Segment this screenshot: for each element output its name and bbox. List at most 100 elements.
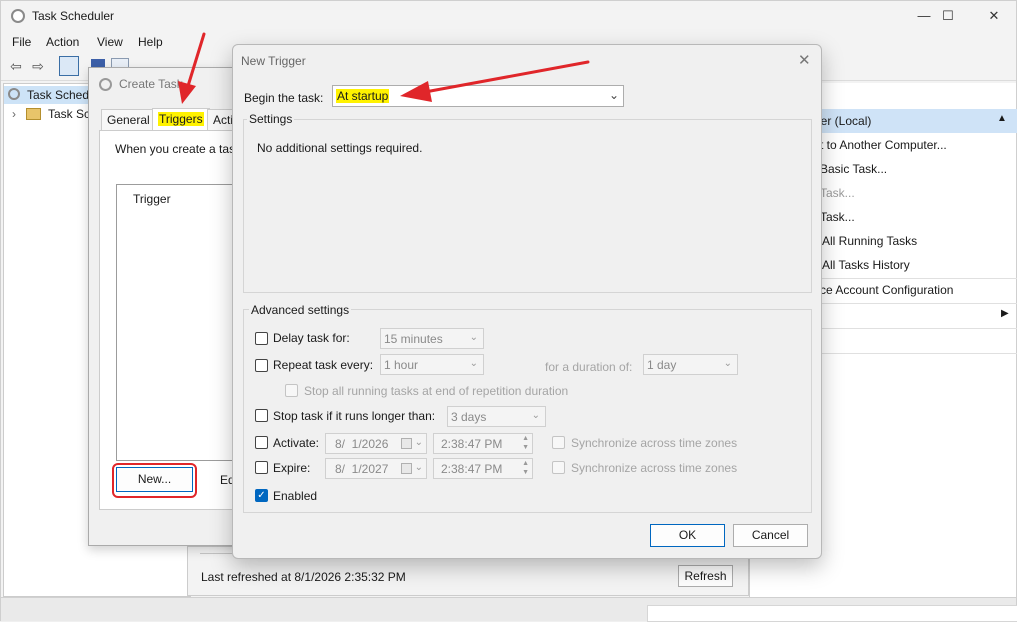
menu-action[interactable]: Action	[46, 35, 79, 49]
close-button[interactable]: ✕	[971, 5, 1017, 27]
stop-longer-select[interactable]: 3 days ⌄	[447, 406, 546, 427]
clock-icon	[11, 9, 25, 23]
tab-actions-label: Acti	[213, 113, 234, 127]
taskbar-preview	[647, 605, 1017, 622]
divider	[810, 353, 1017, 354]
tab-triggers-label: Triggers	[158, 112, 204, 126]
expire-date: 8/ 1/2027	[335, 462, 389, 476]
stop-longer-label: Stop task if it runs longer than:	[273, 409, 436, 423]
tree-root-label: Task Schedu	[27, 88, 96, 102]
refresh-button[interactable]: Refresh	[678, 565, 733, 587]
activate-sync-checkbox[interactable]	[552, 436, 565, 449]
stop-longer-checkbox[interactable]	[255, 409, 268, 422]
expire-sync-label: Synchronize across time zones	[571, 461, 738, 475]
forward-arrow-icon[interactable]: ⇨	[28, 56, 48, 76]
expire-sync-checkbox[interactable]	[552, 461, 565, 474]
create-task-dialog: Create Task General Triggers Acti When y…	[88, 67, 250, 546]
chevron-down-icon: ⌄	[414, 437, 423, 448]
new-trigger-dialog: New Trigger ✕ Begin the task: At startup…	[232, 44, 822, 559]
chevron-down-icon: ⌄	[469, 358, 478, 369]
divider	[810, 278, 1017, 279]
expire-time: 2:38:47 PM	[441, 462, 503, 476]
activate-sync-label: Synchronize across time zones	[571, 436, 738, 450]
enabled-checkbox[interactable]: ✓	[255, 489, 268, 502]
clock-icon	[99, 78, 112, 91]
close-icon[interactable]: ✕	[798, 51, 811, 69]
window-title: Task Scheduler	[32, 9, 115, 23]
delay-value: 15 minutes	[384, 332, 443, 346]
action-display-running[interactable]: All Running Tasks	[822, 234, 917, 248]
activate-date: 8/ 1/2026	[335, 437, 389, 451]
chevron-down-icon: ⌄	[414, 462, 423, 473]
action-connect[interactable]: t to Another Computer...	[820, 138, 947, 152]
actions-header-label: ler (Local)	[818, 114, 872, 128]
expire-label: Expire:	[273, 461, 311, 475]
chevron-right-icon[interactable]: ›	[12, 107, 16, 121]
calendar-icon[interactable]	[401, 438, 412, 449]
maximize-button[interactable]: ☐	[925, 5, 971, 27]
last-refreshed-text: Last refreshed at 8/1/2026 2:35:32 PM	[201, 570, 406, 584]
tab-general-label: General	[107, 113, 150, 127]
advanced-settings-label: Advanced settings	[249, 303, 352, 317]
new-trigger-title: New Trigger	[241, 54, 306, 68]
repeat-label: Repeat task every:	[273, 358, 374, 372]
delay-checkbox[interactable]	[255, 332, 268, 345]
settings-text: No additional settings required.	[257, 141, 423, 155]
begin-task-select[interactable]: At startup ⌄	[332, 85, 624, 107]
chevron-down-icon: ⌄	[531, 410, 540, 421]
chevron-down-icon: ⌄	[469, 332, 478, 343]
expire-time-picker[interactable]: 2:38:47 PM ▲ ▼	[433, 458, 533, 479]
trigger-list[interactable]: Trigger	[116, 184, 250, 461]
console-tree-icon[interactable]	[59, 56, 79, 76]
chevron-down-icon: ⌄	[723, 358, 732, 369]
trigger-column-header[interactable]: Trigger	[133, 192, 171, 206]
calendar-icon[interactable]	[401, 463, 412, 474]
triggers-info-text: When you create a task	[115, 142, 242, 156]
stop-running-label: Stop all running tasks at end of repetit…	[304, 384, 569, 398]
repeat-select[interactable]: 1 hour ⌄	[380, 354, 484, 375]
activate-checkbox[interactable]	[255, 436, 268, 449]
ok-button[interactable]: OK	[650, 524, 725, 547]
spinner-icon[interactable]: ▲ ▼	[522, 459, 529, 477]
divider	[810, 328, 1017, 329]
action-service-account[interactable]: ce Account Configuration	[820, 283, 953, 297]
submenu-arrow-icon[interactable]: ▶	[1001, 308, 1009, 319]
action-create-basic-task[interactable]: Basic Task...	[820, 162, 887, 176]
activate-date-picker[interactable]: 8/ 1/2026 ⌄	[325, 433, 427, 454]
title-bar: Task Scheduler — ☐ ✕	[1, 1, 1016, 31]
menu-help[interactable]: Help	[138, 35, 163, 49]
duration-select[interactable]: 1 day ⌄	[643, 354, 738, 375]
action-import-task[interactable]: Task...	[820, 210, 855, 224]
spinner-icon[interactable]: ▲ ▼	[522, 434, 529, 452]
collapse-up-icon[interactable]: ▲	[997, 113, 1007, 124]
tab-general[interactable]: General	[101, 109, 156, 130]
new-trigger-button[interactable]: New...	[116, 467, 193, 492]
delay-select[interactable]: 15 minutes ⌄	[380, 328, 484, 349]
activate-time: 2:38:47 PM	[441, 437, 503, 451]
stop-running-checkbox[interactable]	[285, 384, 298, 397]
tab-triggers[interactable]: Triggers	[152, 108, 210, 130]
begin-task-value: At startup	[336, 89, 390, 103]
activate-label: Activate:	[273, 436, 320, 450]
settings-label: Settings	[247, 112, 295, 126]
stop-longer-value: 3 days	[451, 410, 487, 424]
repeat-checkbox[interactable]	[255, 359, 268, 372]
menu-file[interactable]: File	[12, 35, 31, 49]
back-arrow-icon[interactable]: ⇦	[6, 56, 26, 76]
duration-label: for a duration of:	[545, 360, 633, 374]
begin-task-label: Begin the task:	[244, 91, 324, 105]
delay-label: Delay task for:	[273, 331, 350, 345]
menu-view[interactable]: View	[97, 35, 123, 49]
folder-icon	[26, 108, 41, 120]
activate-time-picker[interactable]: 2:38:47 PM ▲ ▼	[433, 433, 533, 454]
enabled-label: Enabled	[273, 489, 318, 503]
expire-checkbox[interactable]	[255, 461, 268, 474]
triggers-panel: When you create a task Trigger	[99, 130, 250, 510]
divider	[810, 303, 1017, 304]
cancel-button[interactable]: Cancel	[733, 524, 808, 547]
expire-date-picker[interactable]: 8/ 1/2027 ⌄	[325, 458, 427, 479]
chevron-down-icon: ⌄	[609, 88, 620, 102]
action-enable-history[interactable]: All Tasks History	[822, 258, 910, 272]
action-create-task[interactable]: Task...	[820, 186, 855, 200]
clock-icon	[8, 88, 20, 100]
